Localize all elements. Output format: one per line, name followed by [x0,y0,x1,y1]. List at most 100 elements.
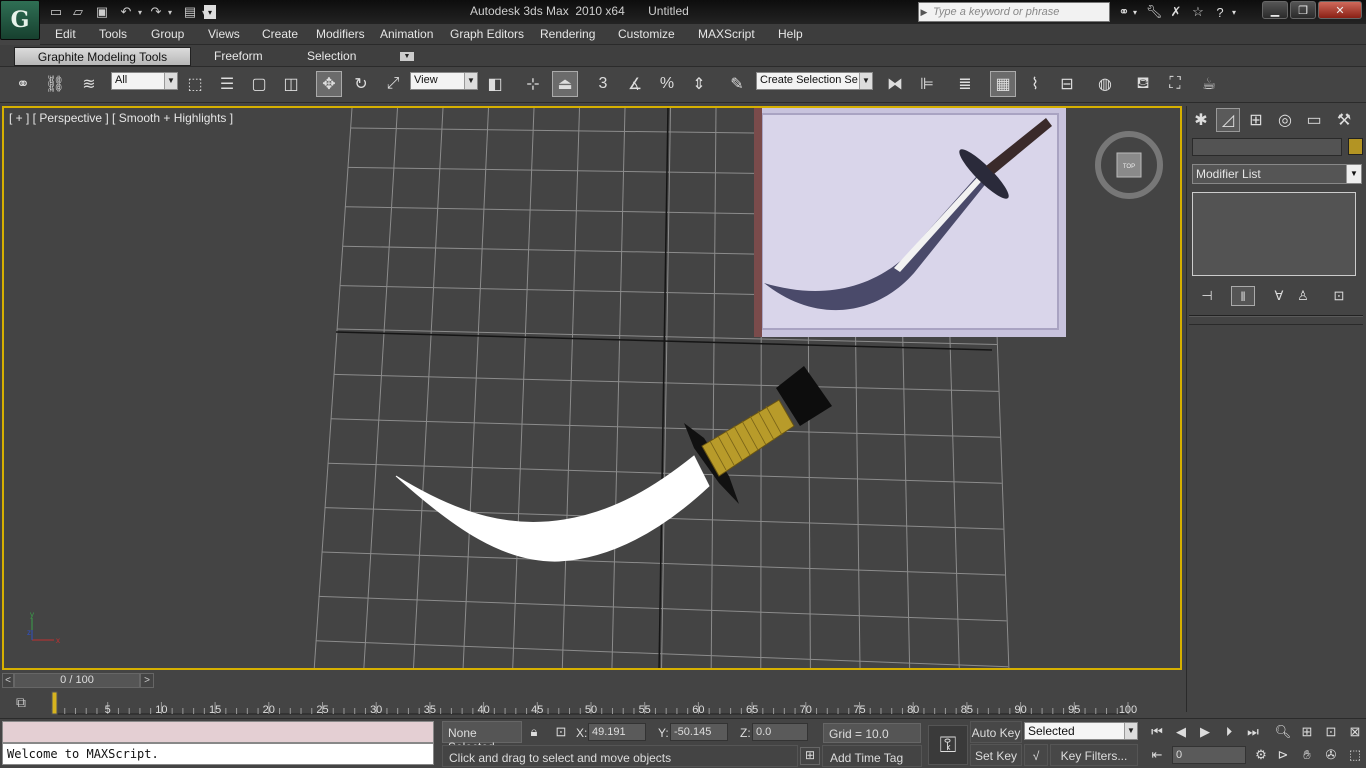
make-unique-icon[interactable]: ∀ [1267,286,1291,306]
search-input[interactable]: Type a keyword or phrase [918,2,1110,22]
orbit-icon[interactable]: ✇ [1320,745,1342,765]
set-key-button[interactable]: Set Key [970,744,1022,766]
help-dropdown-icon[interactable]: ▾ [1228,3,1240,21]
curve-editor-icon[interactable]: ⌇ [1022,71,1048,97]
select-and-scale-icon[interactable]: ⤢ [380,71,406,97]
tab-graphite-modeling-tools[interactable]: Graphite Modeling Tools [14,47,191,66]
reference-image-plane[interactable] [754,108,1066,337]
bind-to-space-warp-icon[interactable]: ≋ [76,71,102,97]
select-and-link-icon[interactable]: ⚭ [10,71,36,97]
save-file-icon[interactable]: ▣ [92,3,112,21]
next-frame-arrow-icon[interactable]: > [140,673,154,688]
subscription-key-icon[interactable]: 🔧︎ [1144,3,1164,21]
menu-help[interactable]: Help [778,27,803,41]
utilities-panel-icon[interactable]: ⚒ [1332,108,1356,132]
new-file-icon[interactable]: ▭ [46,3,66,21]
previous-frame-arrow-icon[interactable]: < [2,673,14,688]
create-panel-icon[interactable]: ✱ [1189,108,1213,132]
search-dropdown-icon[interactable]: ▾ [1130,3,1140,21]
time-slider-thumb[interactable]: 0 / 100 [14,673,140,688]
named-selection-set-dropdown[interactable]: Create Selection Se ▼ [756,72,873,90]
rendered-frame-window-icon[interactable]: ⛶ [1162,71,1188,97]
key-filters-button[interactable]: Key Filters... [1050,744,1138,766]
maximize-viewport-icon[interactable]: ⬚ [1344,745,1366,765]
configure-modifier-sets-icon[interactable]: ⊡ [1327,286,1351,306]
align-icon[interactable]: ⊫ [914,71,940,97]
key-mode-toggle-icon[interactable]: ⇤ [1146,745,1168,765]
angle-snap-toggle-icon[interactable]: ∡ [622,71,648,97]
y-coordinate-field[interactable]: -50.145 [670,723,728,741]
search-expand-icon[interactable]: ▶ [918,2,930,22]
quick-access-dropdown-icon[interactable]: ▾ [204,5,216,19]
menu-tools[interactable]: Tools [99,27,127,41]
menu-maxscript[interactable]: MAXScript [698,27,755,41]
time-configuration-icon[interactable]: ⚙ [1250,745,1272,765]
menu-edit[interactable]: Edit [55,27,76,41]
redo-icon[interactable]: ↷ [146,3,166,21]
undo-icon[interactable]: ↶ [116,3,136,21]
mini-curve-editor-icon[interactable]: ⧉ [10,694,32,712]
tab-freeform[interactable]: Freeform [214,49,263,63]
render-setup-icon[interactable]: ⛾ [1130,71,1156,97]
menu-animation[interactable]: Animation [380,27,433,41]
viewcube[interactable]: TOP [1094,130,1164,200]
selection-lock-icon[interactable]: 🔒︎ [525,723,543,741]
menu-rendering[interactable]: Rendering [540,27,595,41]
unlink-selection-icon[interactable]: ⛓ [42,71,68,97]
open-file-icon[interactable]: ▱ [68,3,88,21]
pin-stack-icon[interactable]: ⊣ [1195,286,1219,306]
add-time-tag-button[interactable]: Add Time Tag [822,745,922,767]
window-crossing-icon[interactable]: ◫ [278,71,304,97]
go-to-start-icon[interactable]: ⏮ [1146,722,1168,742]
help-icon[interactable]: ? [1210,3,1230,21]
select-by-name-icon[interactable]: ☰ [214,71,240,97]
zoom-icon[interactable]: 🔍︎ [1272,722,1294,742]
schematic-view-icon[interactable]: ⊟ [1054,71,1080,97]
z-coordinate-field[interactable]: 0.0 [752,723,808,741]
pan-view-icon[interactable]: ✋︎ [1296,745,1318,765]
snaps-toggle-icon[interactable]: 3 [590,71,616,97]
keyboard-shortcut-override-icon[interactable]: ⏏ [552,71,578,97]
zoom-extents-icon[interactable]: ⊡ [1320,722,1342,742]
sword-grip[interactable] [701,399,795,477]
track-bar-ruler[interactable]: 0510152025303540455055606570758085909510… [40,690,1140,718]
communication-center-icon[interactable]: ✗ [1166,3,1186,21]
redo-dropdown-icon[interactable]: ▾ [164,3,176,21]
maxscript-listener-input[interactable] [2,721,434,743]
perspective-viewport[interactable]: [ + ] [ Perspective ] [ Smooth + Highlig… [2,106,1182,670]
menu-group[interactable]: Group [151,27,184,41]
object-color-swatch[interactable] [1348,138,1363,155]
modifier-list-dropdown[interactable]: Modifier List ▼ [1192,164,1362,184]
maximize-button[interactable]: ❐ [1290,1,1316,19]
set-keys-key-icon[interactable]: ⚿ [928,725,968,765]
quick-render-teapot-icon[interactable]: ☕︎ [1196,71,1222,97]
time-tag-icon[interactable]: ⊞ [800,747,820,765]
app-menu-logo-icon[interactable]: G [0,0,40,40]
key-mode-dropdown[interactable]: Selected ▼ [1024,722,1138,740]
auto-key-button[interactable]: Auto Key [970,721,1022,743]
undo-dropdown-icon[interactable]: ▾ [134,3,146,21]
favorites-star-icon[interactable]: ☆ [1188,3,1208,21]
project-folder-icon[interactable]: ▤ [180,3,200,21]
select-and-manipulate-icon[interactable]: ⊹ [520,71,546,97]
zoom-extents-all-icon[interactable]: ⊠ [1344,722,1366,742]
menu-graph-editors[interactable]: Graph Editors [450,27,524,41]
previous-key-icon[interactable]: ◀︎ [1170,722,1192,742]
maxscript-listener-output[interactable]: Welcome to MAXScript. [2,743,434,765]
menu-views[interactable]: Views [208,27,240,41]
modifier-stack[interactable] [1192,192,1356,276]
rectangular-selection-icon[interactable]: ▢ [246,71,272,97]
zoom-all-icon[interactable]: ⊞ [1296,722,1318,742]
go-to-end-icon[interactable]: ⏭ [1242,722,1264,742]
select-and-rotate-icon[interactable]: ↻ [348,71,374,97]
current-frame-marker[interactable] [51,691,58,715]
select-and-move-icon[interactable]: ✥ [316,71,342,97]
menu-modifiers[interactable]: Modifiers [316,27,365,41]
percent-snap-toggle-icon[interactable]: % [654,71,680,97]
next-key-icon[interactable]: ⏵ [1218,722,1240,742]
x-coordinate-field[interactable]: 49.191 [588,723,646,741]
use-pivot-point-center-icon[interactable]: ◧ [482,71,508,97]
current-frame-field[interactable]: 0 [1172,746,1246,764]
minimize-button[interactable]: ▁ [1262,1,1288,19]
hierarchy-panel-icon[interactable]: ⊞ [1244,108,1268,132]
